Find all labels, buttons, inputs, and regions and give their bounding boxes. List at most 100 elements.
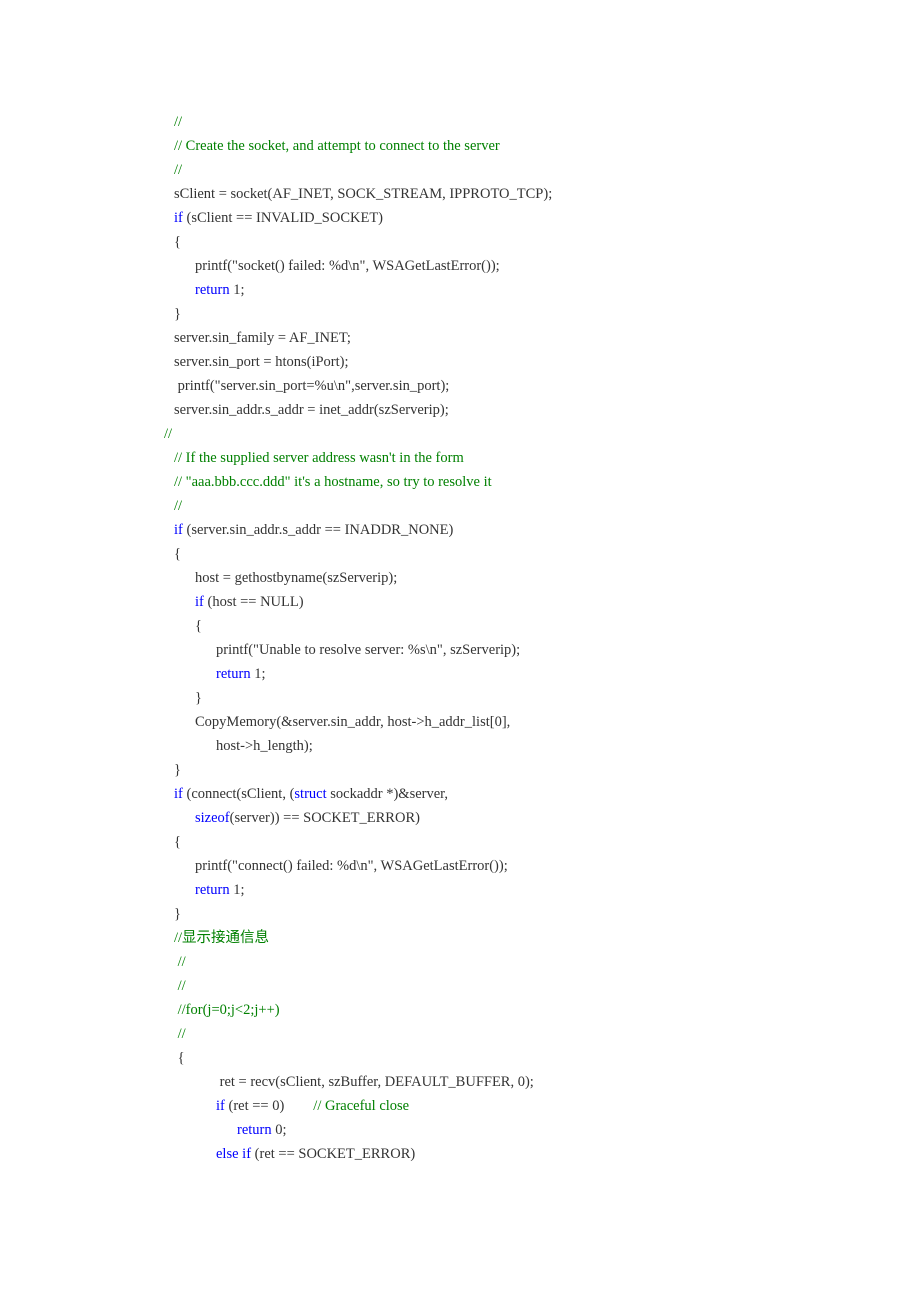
code-line: //for(j=0;j<2;j++) (174, 998, 920, 1022)
code-text: (ret == SOCKET_ERROR) (251, 1146, 415, 1162)
code-text: printf("server.sin_port=%u\n",server.sin… (174, 378, 449, 394)
code-line: // (174, 950, 920, 974)
code-text: host->h_length); (216, 738, 313, 754)
code-text: printf("Unable to resolve server: %s\n",… (216, 642, 520, 658)
code-text: (connect(sClient, ( (183, 786, 295, 802)
code-line: server.sin_family = AF_INET; (174, 326, 920, 350)
comment-text: // Create the socket, and attempt to con… (174, 138, 500, 154)
code-text: { (174, 1050, 185, 1066)
code-line: { (174, 230, 920, 254)
code-text: } (174, 306, 181, 322)
code-text: server.sin_addr.s_addr = inet_addr(szSer… (174, 402, 449, 418)
keyword-text: else (216, 1146, 239, 1162)
comment-text: // (164, 426, 172, 442)
code-line: } (174, 758, 920, 782)
comment-text: // (174, 114, 182, 130)
keyword-text: struct (294, 786, 326, 802)
code-line: server.sin_port = htons(iPort); (174, 350, 920, 374)
code-line: sClient = socket(AF_INET, SOCK_STREAM, I… (174, 182, 920, 206)
code-line: // "aaa.bbb.ccc.ddd" it's a hostname, so… (174, 470, 920, 494)
code-text: { (195, 618, 202, 634)
keyword-text: if (174, 210, 183, 226)
code-text: (server)) == SOCKET_ERROR) (230, 810, 420, 826)
code-line: return 1; (195, 278, 920, 302)
keyword-text: if (242, 1146, 251, 1162)
code-text: printf("connect() failed: %d\n", WSAGetL… (195, 858, 508, 874)
code-text: (ret == 0) (225, 1098, 313, 1114)
code-line: } (195, 686, 920, 710)
code-line: CopyMemory(&server.sin_addr, host->h_add… (195, 710, 920, 734)
code-line: if (connect(sClient, (struct sockaddr *)… (174, 782, 920, 806)
keyword-text: return (237, 1122, 272, 1138)
code-line: //显示接通信息 (174, 926, 920, 950)
code-line: // If the supplied server address wasn't… (174, 446, 920, 470)
comment-text: // (174, 1026, 186, 1042)
comment-text: // "aaa.bbb.ccc.ddd" it's a hostname, so… (174, 474, 492, 490)
code-text: host = gethostbyname(szServerip); (195, 570, 397, 586)
code-text: } (195, 690, 202, 706)
comment-text: // (174, 162, 182, 178)
code-line: { (174, 830, 920, 854)
code-line: return 1; (216, 662, 920, 686)
code-text: { (174, 834, 181, 850)
comment-text: //显示接通信息 (174, 930, 269, 946)
code-text: 1; (251, 666, 266, 682)
code-line: // Create the socket, and attempt to con… (174, 134, 920, 158)
code-line: } (174, 302, 920, 326)
code-text: { (174, 546, 181, 562)
code-block: // // Create the socket, and attempt to c… (0, 110, 920, 1166)
code-line: { (174, 1046, 920, 1070)
keyword-text: if (195, 594, 204, 610)
code-text: sockaddr *)&server, (327, 786, 448, 802)
code-line: // (174, 494, 920, 518)
code-text: (sClient == INVALID_SOCKET) (183, 210, 383, 226)
code-text: 0; (272, 1122, 287, 1138)
code-line: if (ret == 0) // Graceful close (216, 1094, 920, 1118)
code-line: // (174, 1022, 920, 1046)
code-line: printf("socket() failed: %d\n", WSAGetLa… (195, 254, 920, 278)
code-line: { (195, 614, 920, 638)
comment-text: // If the supplied server address wasn't… (174, 450, 464, 466)
code-text: ret = recv(sClient, szBuffer, DEFAULT_BU… (216, 1074, 534, 1090)
keyword-text: if (216, 1098, 225, 1114)
code-line: if (host == NULL) (195, 590, 920, 614)
code-text: 1; (230, 882, 245, 898)
code-text: printf("socket() failed: %d\n", WSAGetLa… (195, 258, 500, 274)
comment-text: //for(j=0;j<2;j++) (174, 1002, 280, 1018)
code-line: } (174, 902, 920, 926)
code-line: host = gethostbyname(szServerip); (195, 566, 920, 590)
keyword-text: if (174, 786, 183, 802)
code-line: return 0; (237, 1118, 920, 1142)
keyword-text: return (195, 282, 230, 298)
code-text: } (174, 762, 181, 778)
code-line: // (164, 422, 920, 446)
code-line: if (server.sin_addr.s_addr == INADDR_NON… (174, 518, 920, 542)
keyword-text: return (195, 882, 230, 898)
comment-text: // (174, 978, 186, 994)
code-line: host->h_length); (216, 734, 920, 758)
keyword-text: return (216, 666, 251, 682)
code-text: (host == NULL) (204, 594, 304, 610)
code-text: { (174, 234, 181, 250)
code-line: printf("server.sin_port=%u\n",server.sin… (174, 374, 920, 398)
code-text: } (174, 906, 181, 922)
code-text: 1; (230, 282, 245, 298)
code-text: server.sin_family = AF_INET; (174, 330, 351, 346)
code-line: server.sin_addr.s_addr = inet_addr(szSer… (174, 398, 920, 422)
code-line: ret = recv(sClient, szBuffer, DEFAULT_BU… (216, 1070, 920, 1094)
code-line: // (174, 110, 920, 134)
code-text: CopyMemory(&server.sin_addr, host->h_add… (195, 714, 510, 730)
keyword-text: sizeof (195, 810, 230, 826)
code-line: printf("Unable to resolve server: %s\n",… (216, 638, 920, 662)
code-line: { (174, 542, 920, 566)
code-line: if (sClient == INVALID_SOCKET) (174, 206, 920, 230)
code-line: printf("connect() failed: %d\n", WSAGetL… (195, 854, 920, 878)
comment-text: // (174, 954, 186, 970)
code-line: else if (ret == SOCKET_ERROR) (216, 1142, 920, 1166)
keyword-text: if (174, 522, 183, 538)
code-text: server.sin_port = htons(iPort); (174, 354, 349, 370)
comment-text: // (174, 498, 182, 514)
code-line: // (174, 974, 920, 998)
code-line: // (174, 158, 920, 182)
code-text: sClient = socket(AF_INET, SOCK_STREAM, I… (174, 186, 552, 202)
